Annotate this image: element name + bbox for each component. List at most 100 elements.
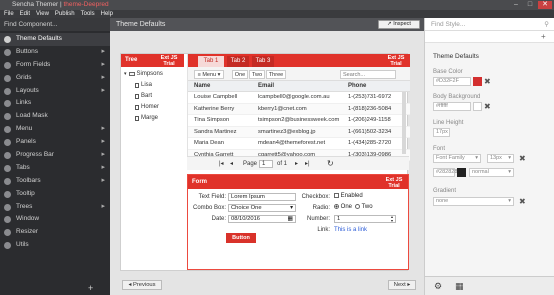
tab-3[interactable]: Tab 3 [252, 56, 274, 67]
chevron-right-icon[interactable]: ▸ [101, 123, 105, 136]
next-button[interactable]: Next ▸ [388, 280, 416, 290]
line-height-input[interactable]: 17px [433, 128, 450, 137]
sidebar-item-toolbars[interactable]: Toolbars ▸ [0, 175, 110, 188]
grid-scrollbar[interactable] [402, 92, 406, 154]
chevron-right-icon[interactable]: ▸ [101, 201, 105, 214]
chevron-right-icon[interactable]: ▸ [101, 162, 105, 175]
spinner-icon[interactable]: ▴ ▾ [391, 215, 393, 223]
column-header-name[interactable]: Name [194, 81, 210, 92]
grid-search-input[interactable]: Search... [340, 70, 396, 79]
font-size-select[interactable]: 13px ▾ [487, 154, 514, 163]
component-search-input[interactable]: Find Component... [0, 18, 110, 31]
column-header-email[interactable]: Email [258, 81, 274, 92]
sidebar-item-tooltip[interactable]: Tooltip [0, 188, 110, 201]
calendar-icon[interactable]: ▦ [288, 216, 293, 222]
sidebar-item-tabs[interactable]: Tabs ▸ [0, 162, 110, 175]
pager-next-icon[interactable]: ▸ [295, 157, 298, 171]
menu-tools[interactable]: Tools [81, 10, 95, 18]
sidebar-item-panels[interactable]: Panels ▸ [0, 136, 110, 149]
add-icon[interactable]: + [88, 283, 93, 293]
tab-1[interactable]: Tab 1 [198, 56, 224, 67]
date-field-input[interactable]: 08/10/2016 ▦ [228, 215, 296, 223]
plus-icon[interactable]: + [541, 32, 546, 41]
form-link[interactable]: This is a link [334, 227, 367, 233]
previous-button[interactable]: ◂ Previous [122, 280, 162, 290]
toolbar-button-one[interactable]: One [232, 70, 248, 79]
chevron-right-icon[interactable]: ▸ [101, 46, 105, 59]
font-color-input[interactable]: #282828 [433, 168, 457, 177]
inspect-button[interactable]: ➚ Inspect [378, 20, 420, 29]
sidebar-item-buttons[interactable]: Buttons ▸ [0, 46, 110, 59]
font-weight-select[interactable]: normal ▾ [469, 168, 514, 177]
sidebar-item-utils[interactable]: Utils [0, 239, 110, 252]
base-color-swatch[interactable] [473, 77, 482, 86]
radio-one[interactable]: One [334, 204, 352, 210]
table-row[interactable]: Louise Campbell lcampbell0@google.com.au 1… [188, 92, 410, 104]
form-button[interactable]: Button [226, 233, 256, 243]
toolbar-button-two[interactable]: Two [249, 70, 265, 79]
minimize-button[interactable]: – [510, 1, 522, 9]
radio-selected[interactable] [334, 204, 339, 209]
checkbox-box[interactable] [334, 193, 339, 198]
tab-2[interactable]: Tab 2 [227, 56, 249, 67]
body-background-input[interactable]: #ffffff [433, 102, 471, 111]
column-header-phone[interactable]: Phone [348, 81, 366, 92]
chevron-right-icon[interactable]: ▸ [101, 85, 105, 98]
sidebar-item-progress-bar[interactable]: Progress Bar ▸ [0, 149, 110, 162]
close-button[interactable]: ✕ [538, 1, 552, 9]
radio-two[interactable]: Two [355, 204, 373, 210]
chevron-right-icon[interactable]: ▸ [101, 59, 105, 72]
clear-icon[interactable]: ✖ [484, 77, 491, 86]
text-field-input[interactable]: Lorem Ipsum [228, 193, 296, 201]
chevron-down-icon[interactable]: ▾ [290, 205, 293, 211]
menu-edit[interactable]: Edit [20, 10, 30, 18]
radio-unselected[interactable] [355, 204, 360, 209]
sidebar-item-load-mask[interactable]: Load Mask [0, 110, 110, 123]
sliders-icon[interactable]: ⚙ [434, 281, 442, 292]
tree-node-leaf[interactable]: Homer [135, 104, 159, 110]
tree-node-leaf[interactable]: Lisa [135, 82, 152, 88]
clear-icon[interactable]: ✖ [519, 154, 526, 163]
number-field-input[interactable]: 1 ▴ ▾ [334, 215, 396, 223]
sidebar-item-resizer[interactable]: Resizer [0, 226, 110, 239]
sidebar-item-links[interactable]: Links [0, 97, 110, 110]
base-color-input[interactable]: #D32F2F [433, 77, 471, 86]
table-row[interactable]: Katherine Berry kberry1@cnet.com 1-(818)23… [188, 103, 410, 115]
chevron-right-icon[interactable]: ▸ [101, 72, 105, 85]
pager-last-icon[interactable]: ▸| [305, 157, 310, 171]
gradient-select[interactable]: none ▾ [433, 197, 514, 206]
table-row[interactable]: Sandra Martinez smartinez3@exblog.jp 1-(66… [188, 126, 410, 138]
sidebar-item-window[interactable]: Window [0, 213, 110, 226]
refresh-icon[interactable]: ↻ [327, 157, 334, 171]
table-row[interactable]: Maria Dean mdean4@themeforest.net 1-(434)2… [188, 138, 410, 150]
menu-file[interactable]: File [4, 10, 14, 18]
pager-page-input[interactable]: 1 [259, 160, 273, 168]
clear-icon[interactable]: ✖ [519, 197, 526, 206]
menu-button[interactable]: ≡ Menu ▾ [194, 70, 224, 79]
chevron-right-icon[interactable]: ▸ [101, 175, 105, 188]
sidebar-item-menu[interactable]: Menu ▸ [0, 123, 110, 136]
enabled-checkbox[interactable]: Enabled [334, 193, 363, 199]
clear-icon[interactable]: ✖ [484, 102, 491, 111]
sidebar-item-form-fields[interactable]: Form Fields ▸ [0, 59, 110, 72]
combo-box-input[interactable]: Choice One ▾ [228, 204, 296, 212]
maximize-button[interactable]: □ [524, 1, 536, 9]
menu-publish[interactable]: Publish [55, 10, 75, 18]
chevron-right-icon[interactable]: ▸ [101, 149, 105, 162]
tree-node-leaf[interactable]: Bart [135, 93, 152, 99]
menu-help[interactable]: Help [101, 10, 113, 18]
pager-first-icon[interactable]: |◂ [219, 157, 224, 171]
menu-view[interactable]: View [36, 10, 49, 18]
sidebar-item-layouts[interactable]: Layouts ▸ [0, 85, 110, 98]
body-background-swatch[interactable] [473, 102, 482, 111]
sidebar-item-grids[interactable]: Grids ▸ [0, 72, 110, 85]
grid-icon[interactable]: ▦ [455, 281, 464, 292]
sidebar-item-trees[interactable]: Trees ▸ [0, 201, 110, 214]
tree-node-leaf[interactable]: Marge [135, 115, 158, 121]
pager-prev-icon[interactable]: ◂ [230, 157, 233, 171]
font-family-select[interactable]: Font Family ▾ [433, 154, 481, 163]
chevron-right-icon[interactable]: ▸ [101, 136, 105, 149]
table-row[interactable]: Tina Simpson tsimpson2@businessweek.com 1-… [188, 115, 410, 127]
tree-node-root[interactable]: ▾ Simpsons [124, 71, 163, 77]
font-color-swatch[interactable] [457, 168, 466, 177]
